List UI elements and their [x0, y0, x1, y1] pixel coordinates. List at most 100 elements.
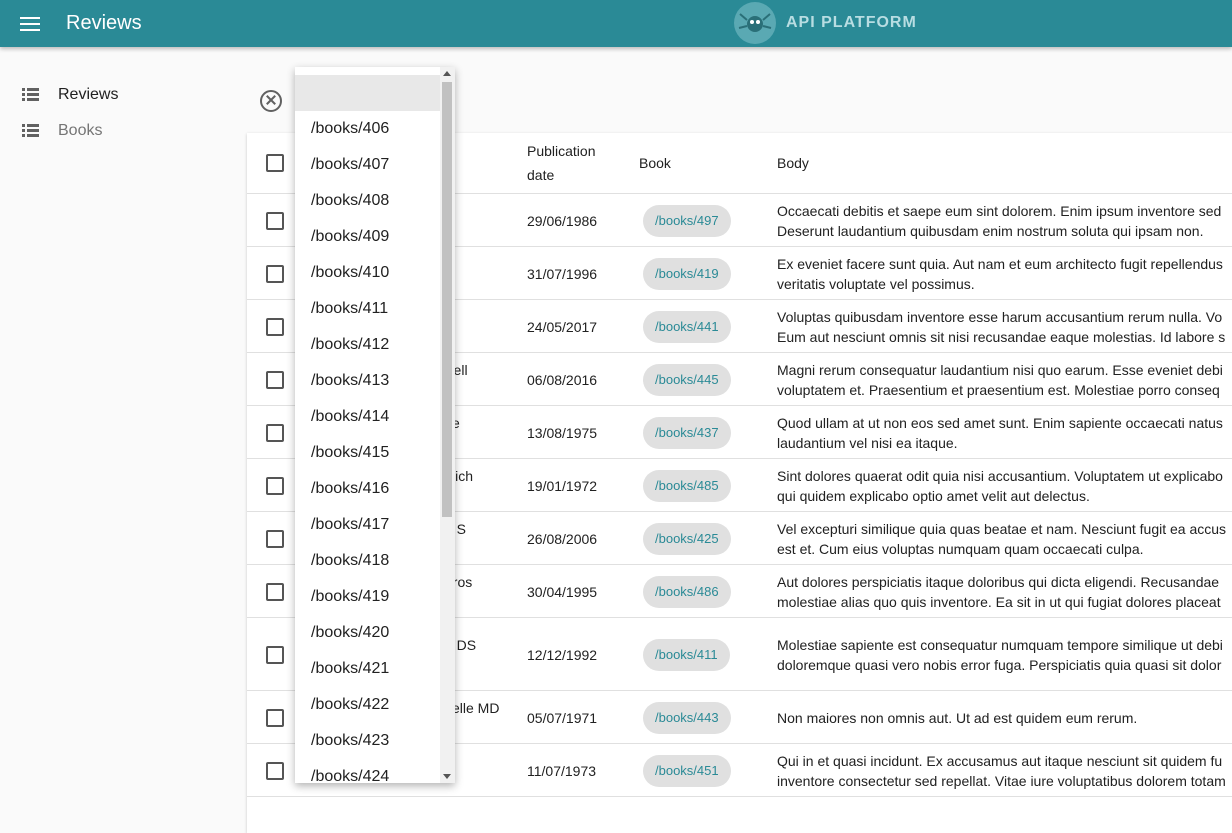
dropdown-option[interactable]: /books/413	[295, 363, 440, 399]
row-checkbox[interactable]	[266, 761, 284, 780]
scroll-down-arrow-icon[interactable]	[443, 774, 451, 779]
dropdown-option[interactable]: /books/421	[295, 651, 440, 687]
body-cell: Vel excepturi similique quia quas beatae…	[777, 519, 1232, 559]
menu-icon[interactable]	[18, 12, 42, 36]
body-line: veritatis voluptate vel possimus.	[777, 275, 975, 292]
header-book[interactable]: Book	[639, 151, 671, 175]
dropdown-option[interactable]: /books/415	[295, 435, 440, 471]
date-cell: 31/07/1996	[527, 265, 598, 282]
body-cell: Molestiae sapiente est consequatur numqu…	[777, 635, 1232, 675]
dropdown-option[interactable]: /books/418	[295, 543, 440, 579]
row-checkbox[interactable]	[266, 264, 284, 283]
book-chip[interactable]: /books/443	[643, 701, 731, 734]
date-cell: 26/08/2006	[527, 530, 598, 547]
row-checkbox[interactable]	[266, 645, 284, 664]
date-cell: 05/07/1971	[527, 709, 598, 726]
body-line: qui quidem explicabo optio amet velit au…	[777, 487, 1090, 504]
body-line: Eum aut nesciunt omnis sit nisi recusand…	[777, 328, 1226, 345]
book-chip[interactable]: /books/485	[643, 469, 731, 502]
author-cell: rtell	[445, 361, 468, 378]
date-cell: 11/07/1973	[527, 762, 597, 779]
dropdown-option[interactable]: /books/423	[295, 723, 440, 759]
body-cell: Magni rerum consequatur laudantium nisi …	[777, 360, 1232, 400]
body-cell: Voluptas quibusdam inventore esse harum …	[777, 307, 1232, 347]
body-cell: Non maiores non omnis aut. Ut ad est qui…	[777, 708, 1232, 728]
dropdown-option[interactable]: /books/407	[295, 147, 440, 183]
body-cell: Ex eveniet facere sunt quia. Aut nam et …	[777, 254, 1232, 294]
dropdown-option[interactable]	[295, 75, 440, 111]
header-body[interactable]: Body	[777, 151, 809, 175]
book-chip[interactable]: /books/441	[643, 310, 731, 343]
dropdown-option[interactable]: /books/406	[295, 111, 440, 147]
body-cell: Aut dolores perspiciatis itaque doloribu…	[777, 572, 1232, 612]
body-line: Deserunt laudantium quibusdam enim nostr…	[777, 222, 1204, 239]
dropdown-option[interactable]: /books/412	[295, 327, 440, 363]
sidebar-item-books[interactable]: Books	[0, 113, 240, 149]
dropdown-option[interactable]: /books/416	[295, 471, 440, 507]
dropdown-option[interactable]: /books/424	[295, 759, 440, 783]
book-filter-dropdown[interactable]: /books/406/books/407/books/408/books/409…	[295, 67, 455, 783]
dropdown-option[interactable]: /books/408	[295, 183, 440, 219]
body-line: laudantium vel nisi ea itaque.	[777, 434, 958, 451]
dropdown-option[interactable]: /books/410	[295, 255, 440, 291]
book-chip[interactable]: /books/411	[643, 638, 730, 671]
date-cell: 13/08/1975	[527, 424, 598, 441]
body-line: voluptatem et. Praesentium et praesentiu…	[777, 381, 1220, 398]
list-icon	[22, 88, 39, 102]
body-line: Quod ullam at ut non eos sed amet sunt. …	[777, 414, 1223, 431]
spider-logo-icon	[734, 2, 776, 44]
dropdown-option[interactable]: /books/419	[295, 579, 440, 615]
date-cell: 30/04/1995	[527, 583, 598, 600]
header-publication-date[interactable]: Publication date	[527, 139, 617, 187]
row-checkbox[interactable]	[266, 582, 284, 601]
author-cell: isich	[445, 467, 474, 484]
date-cell: 29/06/1986	[527, 212, 598, 229]
book-chip[interactable]: /books/451	[643, 754, 731, 787]
body-cell: Quod ullam at ut non eos sed amet sunt. …	[777, 413, 1232, 453]
author-cell: gros	[445, 573, 473, 590]
dropdown-option[interactable]: /books/414	[295, 399, 440, 435]
scroll-up-arrow-icon[interactable]	[443, 71, 451, 76]
row-checkbox[interactable]	[266, 476, 284, 495]
book-chip[interactable]: /books/425	[643, 522, 731, 555]
row-checkbox[interactable]	[266, 423, 284, 442]
select-all-checkbox[interactable]	[266, 154, 284, 172]
author-cell: V	[445, 751, 515, 771]
body-line: Molestiae sapiente est consequatur numqu…	[777, 636, 1223, 653]
row-checkbox[interactable]	[266, 529, 284, 548]
date-cell: 24/05/2017	[527, 318, 598, 335]
author-cell: ce	[445, 413, 515, 433]
dropdown-option[interactable]: /books/411	[295, 291, 440, 327]
clear-filter-icon[interactable]	[260, 90, 282, 112]
body-line: Vel excepturi similique quia quas beatae…	[777, 520, 1227, 537]
row-checkbox[interactable]	[266, 317, 284, 336]
sidebar-item-reviews[interactable]: Reviews	[0, 77, 240, 113]
sidebar-item-label: Reviews	[58, 86, 119, 103]
dropdown-scrollbar[interactable]	[440, 67, 455, 783]
book-chip[interactable]: /books/486	[643, 575, 731, 608]
author-cell: celle MD	[445, 699, 500, 716]
scroll-thumb[interactable]	[442, 82, 452, 517]
book-chip[interactable]: /books/497	[643, 204, 731, 237]
book-chip[interactable]: /books/419	[643, 257, 731, 290]
body-line: inventore consectetur sed repellat. Vita…	[777, 772, 1226, 789]
row-checkbox[interactable]	[266, 211, 284, 230]
api-platform-logo: API PLATFORM	[734, 1, 917, 45]
body-line: Sint dolores quaerat odit quia nisi accu…	[777, 467, 1223, 484]
author-cell: a DS	[445, 636, 477, 653]
dropdown-option[interactable]: /books/422	[295, 687, 440, 723]
row-checkbox[interactable]	[266, 708, 284, 727]
dropdown-option[interactable]: /books/409	[295, 219, 440, 255]
date-cell: 19/01/1972	[527, 477, 598, 494]
body-line: doloremque quasi vero nobis error fuga. …	[777, 656, 1222, 673]
book-chip[interactable]: /books/445	[643, 363, 731, 396]
app-bar: Reviews API PLATFORM	[0, 0, 1232, 47]
body-line: Non maiores non omnis aut. Ut ad est qui…	[777, 709, 1138, 726]
author-cell: e	[445, 254, 515, 274]
dropdown-option[interactable]: /books/420	[295, 615, 440, 651]
book-chip[interactable]: /books/437	[643, 416, 731, 449]
dropdown-option[interactable]: /books/417	[295, 507, 440, 543]
logo-text: API PLATFORM	[786, 14, 917, 31]
body-line: Qui in et quasi incidunt. Ex accusamus a…	[777, 752, 1223, 769]
row-checkbox[interactable]	[266, 370, 284, 389]
